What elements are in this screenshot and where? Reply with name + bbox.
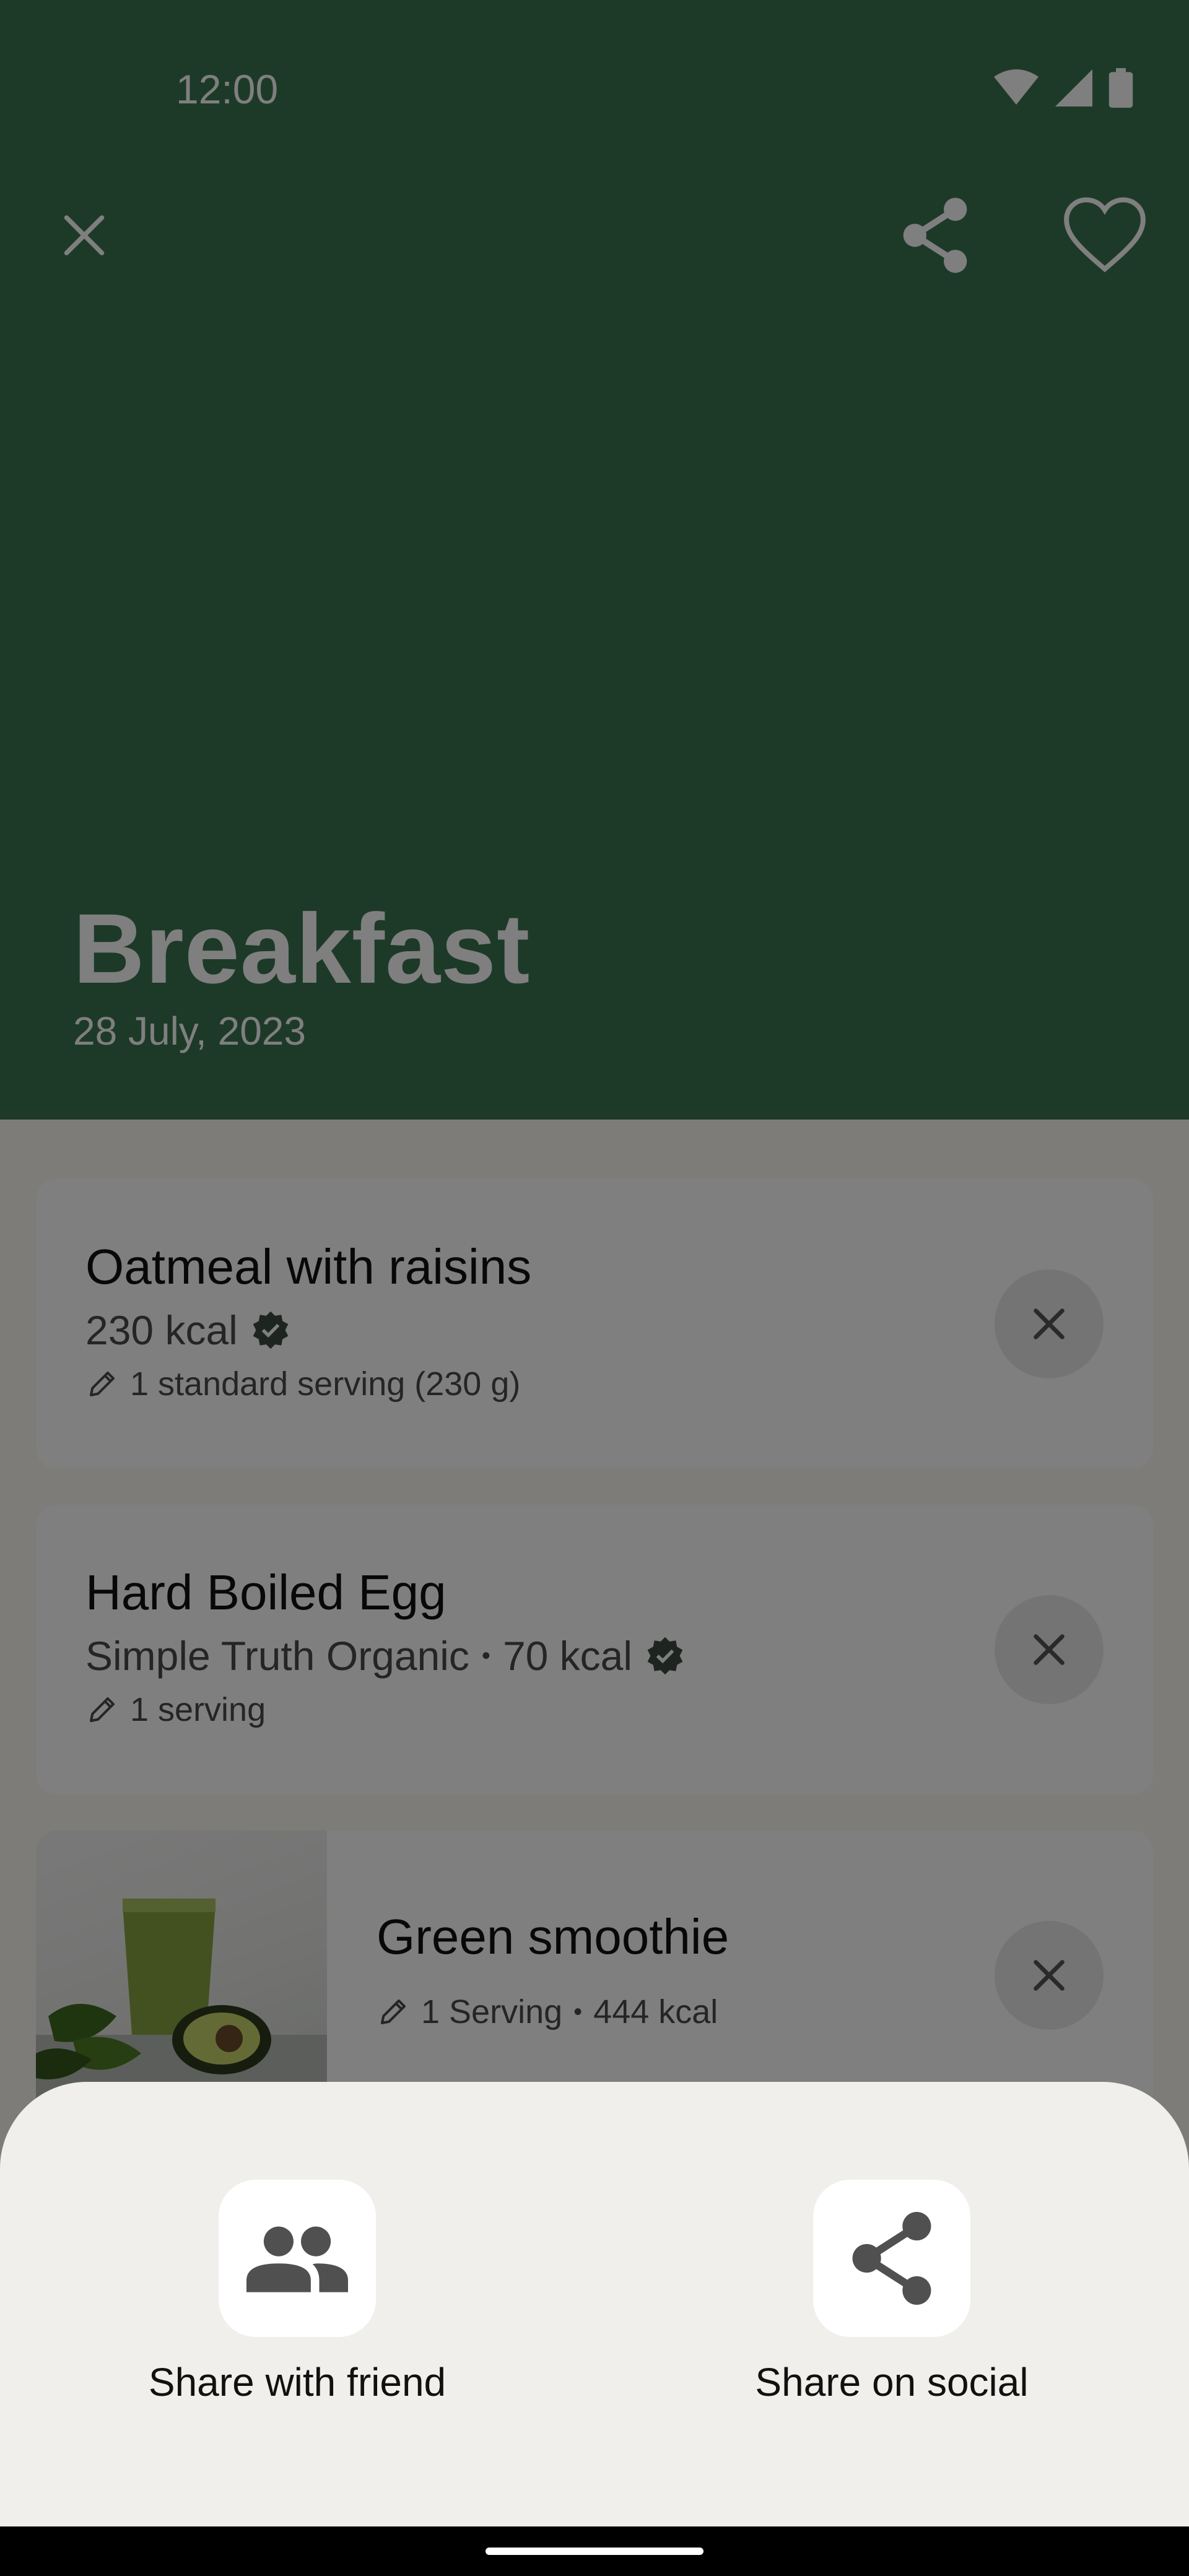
share-on-social-option[interactable]: Share on social — [706, 2180, 1078, 2405]
people-icon — [246, 2226, 348, 2292]
share-on-social-button[interactable] — [813, 2180, 970, 2337]
share-with-friend-option[interactable]: Share with friend — [111, 2180, 483, 2405]
home-indicator[interactable] — [486, 2548, 703, 2555]
share-with-friend-button[interactable] — [219, 2180, 376, 2337]
share-on-social-label: Share on social — [755, 2360, 1029, 2404]
share-with-friend-label: Share with friend — [148, 2360, 446, 2404]
share-icon — [852, 2212, 931, 2305]
share-bottom-sheet: Share with friend Share on social — [0, 2082, 1189, 2526]
screen: 12:00 — [0, 0, 1189, 2576]
